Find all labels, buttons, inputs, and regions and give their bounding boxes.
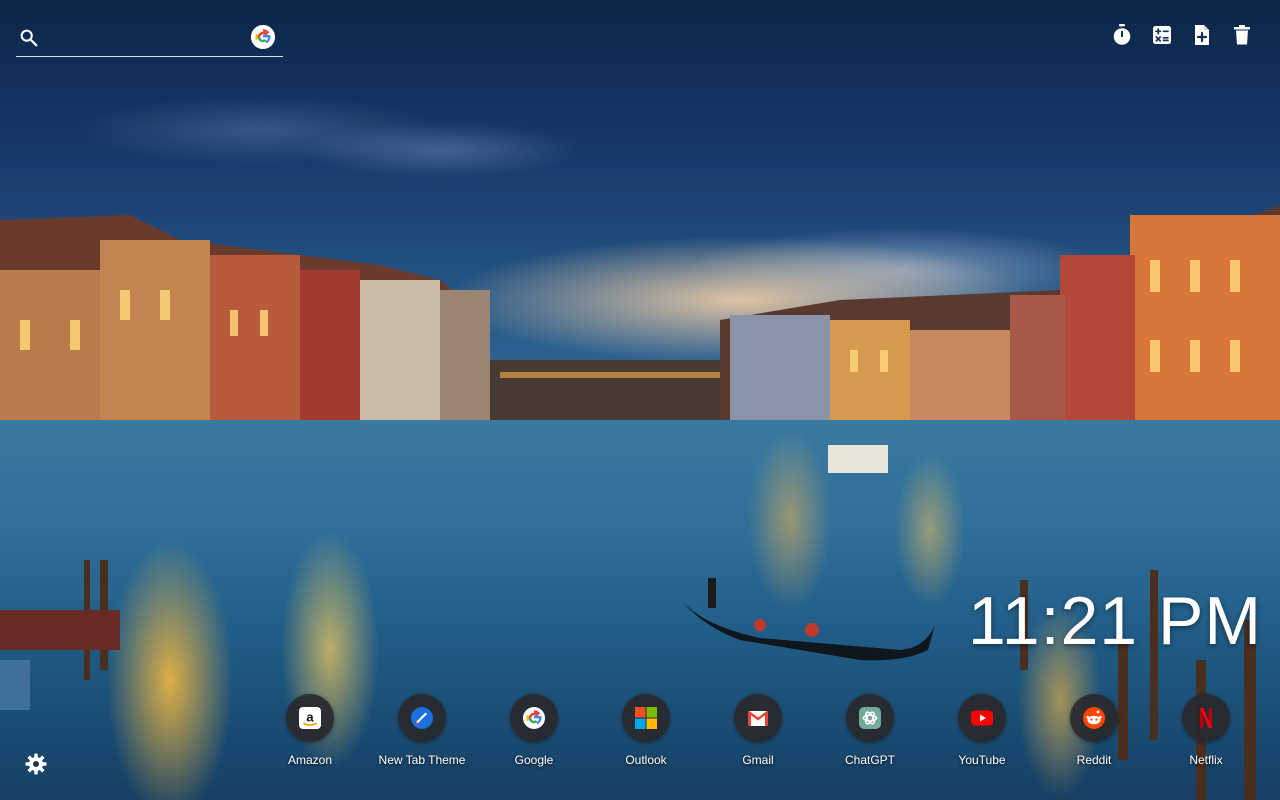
shortcut-label: Netflix (1189, 753, 1223, 767)
top-toolbar (1110, 23, 1254, 47)
wallpaper-boats (0, 445, 1256, 800)
shortcut-icon-bg: a (286, 694, 334, 742)
reddit-icon (1083, 707, 1105, 729)
new-note-icon[interactable] (1190, 23, 1214, 47)
shortcut-label: Google (514, 753, 554, 767)
shortcut-label: ChatGPT (844, 753, 895, 767)
google-icon (523, 707, 545, 729)
shortcut-icon-bg (398, 694, 446, 742)
shortcut-icon-bg (846, 694, 894, 742)
shortcut-netflix[interactable]: Netflix (1150, 694, 1262, 774)
trash-icon[interactable] (1230, 23, 1254, 47)
clock-time: 11:21 PM (968, 583, 1263, 659)
chatgpt-icon (859, 707, 881, 729)
shortcut-icon-bg (1070, 694, 1118, 742)
shortcut-label: Amazon (287, 753, 333, 767)
new-tab-theme-icon (411, 707, 433, 729)
shortcut-label: Gmail (742, 753, 774, 767)
shortcut-gmail[interactable]: Gmail (702, 694, 814, 774)
shortcut-reddit[interactable]: Reddit (1038, 694, 1150, 774)
outlook-icon (635, 707, 657, 729)
wallpaper-background (0, 0, 1280, 800)
shortcut-new-tab-theme[interactable]: New Tab Theme (366, 694, 478, 774)
search-icon (20, 29, 38, 47)
youtube-icon (971, 710, 993, 726)
shortcut-icon-bg (622, 694, 670, 742)
shortcut-icon-bg (1182, 694, 1230, 742)
shortcut-google[interactable]: Google (478, 694, 590, 774)
calculator-icon[interactable] (1150, 23, 1174, 47)
shortcut-youtube[interactable]: YouTube (926, 694, 1038, 774)
shortcut-outlook[interactable]: Outlook (590, 694, 702, 774)
shortcut-icon-bg (958, 694, 1006, 742)
shortcut-label: Outlook (625, 753, 667, 767)
search-bar[interactable] (16, 24, 283, 57)
shortcut-amazon[interactable]: a Amazon (254, 694, 366, 774)
google-icon[interactable] (251, 25, 275, 49)
gmail-icon (747, 711, 769, 726)
shortcut-icon-bg (734, 694, 782, 742)
svg-text:a: a (306, 710, 314, 725)
shortcut-chatgpt[interactable]: ChatGPT (814, 694, 926, 774)
timer-icon[interactable] (1110, 23, 1134, 47)
shortcut-icon-bg (510, 694, 558, 742)
gear-icon[interactable] (24, 752, 48, 776)
shortcut-label: New Tab Theme (378, 753, 466, 767)
shortcut-label: Reddit (1076, 753, 1112, 767)
search-input[interactable] (48, 26, 252, 52)
amazon-icon: a (299, 707, 321, 729)
shortcut-dock: a Amazon New Tab Theme Google Outlook Gm… (254, 694, 1264, 774)
netflix-icon (1200, 708, 1212, 728)
shortcut-label: YouTube (958, 753, 1006, 767)
